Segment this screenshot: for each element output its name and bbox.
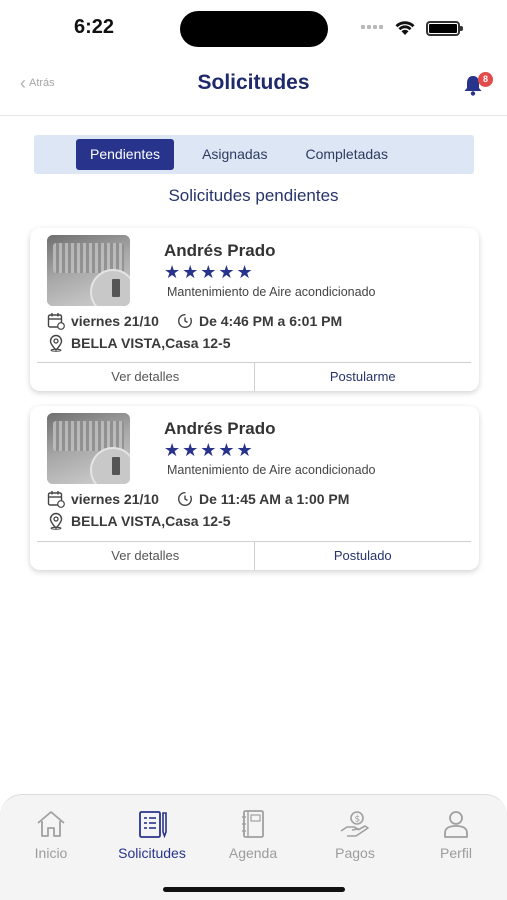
nav-pagos-label: Pagos xyxy=(335,845,375,861)
request-photo xyxy=(47,413,130,484)
apply-button[interactable]: Postularme xyxy=(255,363,472,391)
dynamic-island xyxy=(180,11,328,47)
bottom-nav: Inicio Solicitudes Agenda $ Pagos Perfil xyxy=(0,794,507,900)
address-row: BELLA VISTA,Casa 12-5 xyxy=(47,334,231,352)
nav-pagos[interactable]: $ Pagos xyxy=(310,809,400,861)
nav-agenda-label: Agenda xyxy=(228,845,278,861)
view-details-button[interactable]: Ver detalles xyxy=(37,542,255,570)
client-name: Andrés Prado xyxy=(164,241,276,260)
request-date: viernes 21/10 xyxy=(71,491,159,507)
nav-solicitudes[interactable]: Solicitudes xyxy=(107,809,197,861)
request-photo xyxy=(47,235,130,306)
request-address: BELLA VISTA,Casa 12-5 xyxy=(71,335,231,351)
nav-inicio[interactable]: Inicio xyxy=(6,809,96,861)
request-time-range: De 4:46 PM a 6:01 PM xyxy=(198,313,343,329)
segmented-tabs: Pendientes Asignadas Completadas xyxy=(34,135,474,174)
card-actions: Ver detalles Postularme xyxy=(37,362,471,391)
request-card: Andrés Prado ★★★★★ Mantenimiento de Aire… xyxy=(30,406,479,570)
clock-icon xyxy=(177,491,192,507)
svg-text:$: $ xyxy=(355,815,361,825)
card-actions: Ver detalles Postulado xyxy=(37,541,471,570)
schedule-row: viernes 21/10 De 11:45 AM a 1:00 PM xyxy=(47,490,349,508)
section-title: Solicitudes pendientes xyxy=(168,186,339,205)
star-rating: ★★★★★ xyxy=(164,440,255,460)
clipboard-icon xyxy=(139,811,167,839)
request-card: Andrés Prado ★★★★★ Mantenimiento de Aire… xyxy=(30,228,479,391)
nav-perfil-label: Perfil xyxy=(440,845,472,861)
user-icon xyxy=(444,811,468,838)
home-icon xyxy=(37,811,65,837)
battery-icon xyxy=(426,21,463,36)
notebook-icon xyxy=(242,810,264,838)
nav-inicio-label: Inicio xyxy=(34,845,68,861)
header: ‹ Atrás Solicitudes 8 xyxy=(0,58,507,116)
calendar-icon xyxy=(47,313,65,330)
location-pin-icon xyxy=(49,512,63,530)
view-details-button[interactable]: Ver detalles xyxy=(37,363,255,391)
applied-button[interactable]: Postulado xyxy=(255,542,472,570)
star-rating: ★★★★★ xyxy=(164,262,255,282)
nav-solicitudes-label: Solicitudes xyxy=(118,845,186,861)
home-indicator xyxy=(163,887,345,892)
status-time: 6:22 xyxy=(74,16,115,38)
nav-agenda[interactable]: Agenda xyxy=(208,809,298,861)
status-bar: 6:22 xyxy=(0,0,507,58)
payment-hand-icon: $ xyxy=(340,811,369,837)
cellular-signal-icon xyxy=(361,25,383,29)
request-address: BELLA VISTA,Casa 12-5 xyxy=(71,513,231,529)
address-row: BELLA VISTA,Casa 12-5 xyxy=(47,512,231,530)
wifi-icon xyxy=(395,21,415,35)
service-type: Mantenimiento de Aire acondicionado xyxy=(167,285,376,299)
tab-pendientes[interactable]: Pendientes xyxy=(76,139,175,170)
schedule-row: viernes 21/10 De 4:46 PM a 6:01 PM xyxy=(47,312,342,330)
client-name: Andrés Prado xyxy=(164,419,276,438)
tab-asignadas[interactable]: Asignadas xyxy=(188,139,281,170)
notification-badge: 8 xyxy=(478,72,493,87)
tab-completadas[interactable]: Completadas xyxy=(291,139,402,170)
request-time-range: De 11:45 AM a 1:00 PM xyxy=(198,491,350,507)
calendar-icon xyxy=(47,491,65,508)
page-title: Solicitudes xyxy=(197,71,310,94)
location-pin-icon xyxy=(49,334,63,352)
notifications-button[interactable]: 8 xyxy=(462,72,493,98)
service-type: Mantenimiento de Aire acondicionado xyxy=(167,463,376,477)
clock-icon xyxy=(177,313,192,329)
request-date: viernes 21/10 xyxy=(71,313,159,329)
nav-perfil[interactable]: Perfil xyxy=(411,809,501,861)
